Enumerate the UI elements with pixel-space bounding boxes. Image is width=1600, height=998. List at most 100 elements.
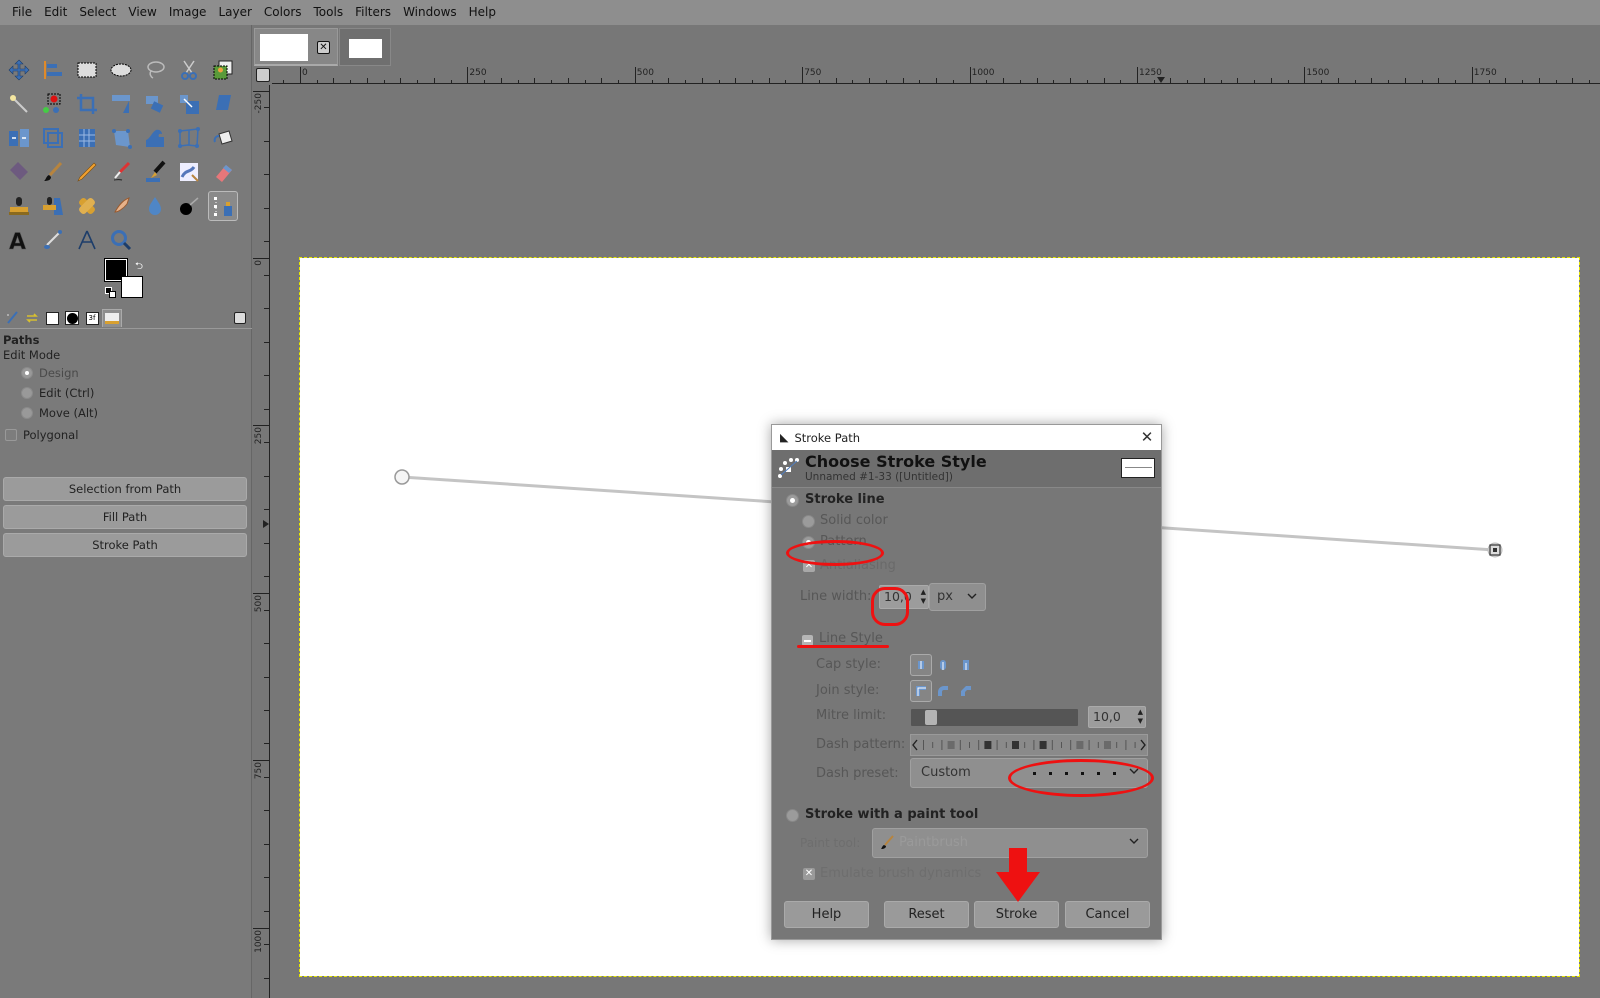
zoom-tool-button[interactable] — [106, 225, 136, 255]
join-bevel-button[interactable] — [955, 680, 977, 702]
join-round-button[interactable] — [932, 680, 954, 702]
dock-menu-button[interactable] — [234, 312, 246, 324]
paintbrush-tool-button[interactable] — [38, 157, 68, 187]
image-tab-active[interactable]: ✕ — [254, 28, 338, 66]
join-miter-button[interactable] — [910, 680, 932, 702]
cage-transform-tool-button[interactable] — [72, 123, 102, 153]
menu-layer[interactable]: Layer — [212, 0, 257, 25]
heal-tool-button[interactable] — [72, 191, 102, 221]
background-color-swatch[interactable] — [121, 276, 143, 298]
dash-pattern-editor[interactable] — [910, 734, 1148, 756]
dodge-burn-tool-button[interactable] — [174, 191, 204, 221]
antialiasing-checkbox[interactable]: ✕ — [803, 560, 815, 572]
close-image-icon[interactable]: ✕ — [317, 41, 330, 54]
menu-tools[interactable]: Tools — [308, 0, 350, 25]
tab-brushes[interactable] — [62, 309, 82, 327]
tab-patterns[interactable]: 3f — [82, 309, 102, 327]
crop-tool-button[interactable] — [72, 89, 102, 119]
quick-mask-toggle[interactable] — [256, 68, 270, 82]
menu-select[interactable]: Select — [73, 0, 122, 25]
perspective-clone-grid-tool-button[interactable] — [174, 123, 204, 153]
eraser-tool-button[interactable] — [208, 157, 238, 187]
tab-device-status[interactable] — [22, 309, 42, 327]
spin-arrows-icon[interactable]: ▲ ▼ — [921, 588, 926, 606]
unified-transform-tool-button[interactable] — [106, 89, 136, 119]
mitre-limit-slider[interactable] — [911, 709, 1078, 726]
mode-move-radio[interactable] — [21, 407, 33, 419]
line-style-expander[interactable]: Line Style — [819, 631, 883, 646]
smudge-tool-button[interactable] — [106, 191, 136, 221]
cap-square-button[interactable] — [955, 654, 977, 676]
menu-edit[interactable]: Edit — [38, 0, 73, 25]
default-colors-icon[interactable] — [105, 287, 117, 299]
stroke-path-button[interactable]: Stroke Path — [3, 533, 247, 557]
menu-filters[interactable]: Filters — [349, 0, 397, 25]
line-width-field[interactable]: 10,0 ▲ ▼ — [879, 585, 929, 609]
blend-tool-button[interactable] — [4, 157, 34, 187]
tab-tool-options[interactable] — [2, 309, 22, 327]
free-select-tool-button[interactable] — [140, 55, 170, 85]
blur-sharpen-tool-button[interactable] — [140, 191, 170, 221]
clone-tool-button[interactable] — [4, 191, 34, 221]
fuzzy-select-tool-button[interactable] — [4, 89, 34, 119]
fill-path-button[interactable]: Fill Path — [3, 505, 247, 529]
mode-design-radio[interactable] — [21, 367, 33, 379]
foreground-select-tool-button[interactable] — [208, 55, 238, 85]
color-picker-tool-button[interactable] — [38, 225, 68, 255]
selection-from-path-button[interactable]: Selection from Path — [3, 477, 247, 501]
mypaint-brush-tool-button[interactable] — [174, 157, 204, 187]
dialog-titlebar[interactable]: ◣ Stroke Path ✕ — [772, 425, 1161, 450]
warp-transform-tool-button[interactable] — [140, 123, 170, 153]
image-tab-other[interactable] — [339, 28, 391, 66]
menu-view[interactable]: View — [122, 0, 162, 25]
emulate-dynamics-checkbox[interactable]: ✕ — [803, 868, 815, 880]
handle-transform-tool-button[interactable] — [106, 123, 136, 153]
vertical-ruler[interactable]: -250 0 250 500 750 1000 — [253, 85, 270, 998]
flip-tool-button[interactable] — [4, 123, 34, 153]
paths-tool-button[interactable] — [208, 191, 238, 221]
cap-round-button[interactable] — [932, 654, 954, 676]
solid-color-radio[interactable] — [802, 515, 815, 528]
mode-edit-radio[interactable] — [21, 387, 33, 399]
polygonal-option[interactable]: Polygonal — [5, 428, 78, 442]
perspective-tool-button[interactable] — [38, 123, 68, 153]
cancel-button[interactable]: Cancel — [1065, 901, 1150, 928]
mitre-limit-field[interactable]: 10,0 ▲ ▼ — [1088, 706, 1146, 728]
reset-button[interactable]: Reset — [884, 901, 969, 928]
close-icon[interactable]: ✕ — [1139, 429, 1155, 445]
rotate-tool-button[interactable] — [140, 89, 170, 119]
pencil-tool-button[interactable] — [72, 157, 102, 187]
cap-butt-button[interactable] — [910, 654, 932, 676]
text-tool-button[interactable]: A — [4, 225, 34, 255]
rect-select-tool-button[interactable] — [72, 55, 102, 85]
ink-tool-button[interactable] — [140, 157, 170, 187]
menu-help[interactable]: Help — [463, 0, 502, 25]
spin-arrows-icon[interactable]: ▲ ▼ — [1138, 708, 1143, 726]
slider-handle[interactable] — [925, 710, 937, 725]
swap-colors-icon[interactable]: ⮌ — [135, 259, 143, 276]
mode-design[interactable]: Design — [21, 366, 79, 380]
scale-tool-button[interactable] — [174, 89, 204, 119]
menu-file[interactable]: File — [6, 0, 38, 25]
horizontal-ruler[interactable]: 0 250 500 750 1000 1250 1500 1750 — [272, 67, 1600, 84]
airbrush-tool-button[interactable] — [106, 157, 136, 187]
bucket-fill-tool-button[interactable] — [208, 123, 238, 153]
tab-paths[interactable] — [102, 309, 122, 327]
pattern-radio[interactable] — [802, 536, 815, 549]
help-button[interactable]: Help — [784, 901, 869, 928]
shear-tool-button[interactable] — [208, 89, 238, 119]
stroke-line-radio[interactable] — [786, 494, 799, 507]
menu-colors[interactable]: Colors — [258, 0, 308, 25]
stroke-button[interactable]: Stroke — [974, 901, 1059, 928]
tab-images[interactable] — [42, 309, 62, 327]
perspective-clone-tool-button[interactable] — [38, 191, 68, 221]
ellipse-select-tool-button[interactable] — [106, 55, 136, 85]
menu-image[interactable]: Image — [163, 0, 213, 25]
menu-windows[interactable]: Windows — [397, 0, 463, 25]
paint-tool-radio[interactable] — [786, 809, 799, 822]
align-tool-button[interactable] — [38, 55, 68, 85]
select-by-color-tool-button[interactable] — [38, 89, 68, 119]
move-tool-button[interactable] — [4, 55, 34, 85]
mode-edit[interactable]: Edit (Ctrl) — [21, 386, 94, 400]
polygonal-checkbox[interactable] — [5, 429, 17, 441]
